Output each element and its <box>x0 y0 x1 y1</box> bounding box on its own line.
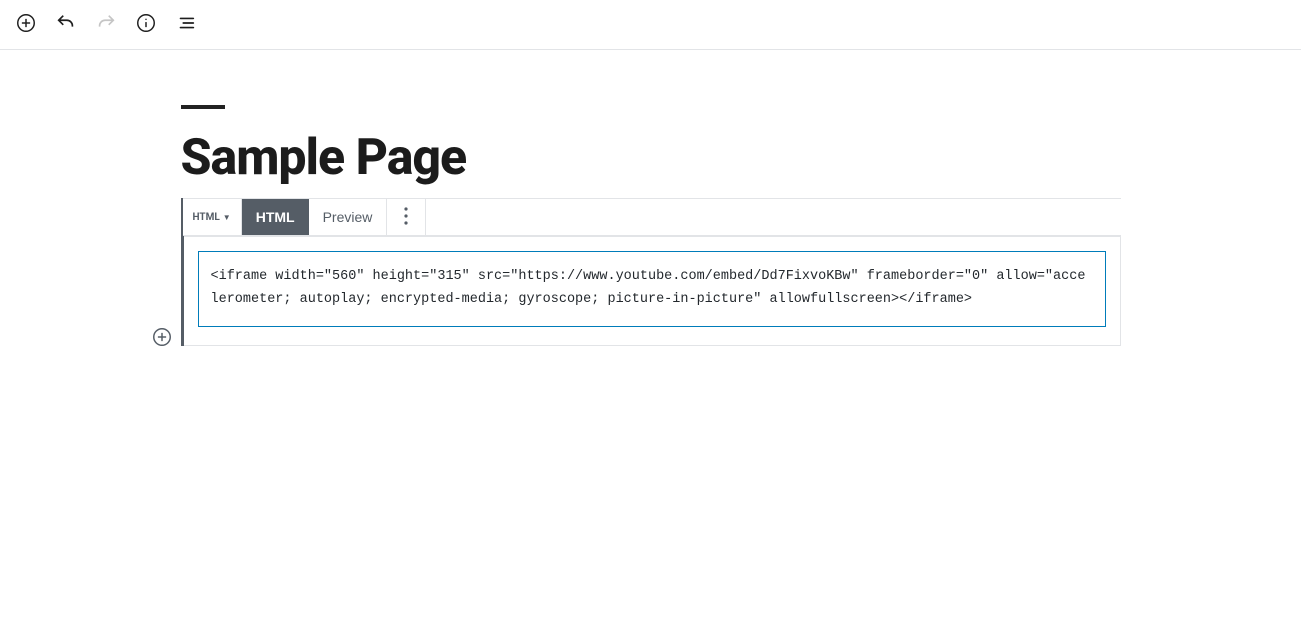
plus-circle-icon <box>151 326 173 352</box>
block-toolbar: HTML ▼ HTML Preview <box>183 198 1121 236</box>
tab-preview[interactable]: Preview <box>309 199 387 235</box>
html-code-textarea[interactable] <box>198 251 1106 327</box>
redo-icon <box>95 12 117 37</box>
html-block-body <box>184 236 1121 346</box>
more-vertical-icon <box>404 207 408 228</box>
html-block: HTML ▼ HTML Preview <box>181 198 1121 346</box>
info-icon <box>135 12 157 37</box>
block-type-label: HTML <box>193 212 220 223</box>
add-block-button[interactable] <box>8 7 44 43</box>
block-navigation-button[interactable] <box>168 7 204 43</box>
page-title[interactable]: Sample Page <box>181 131 1121 186</box>
block-type-switcher[interactable]: HTML ▼ <box>183 199 241 235</box>
undo-icon <box>55 12 77 37</box>
content-info-button[interactable] <box>128 7 164 43</box>
editor-top-toolbar <box>0 0 1301 50</box>
redo-button[interactable] <box>88 7 124 43</box>
append-block-button[interactable] <box>148 325 176 353</box>
content-area: Sample Page HTML ▼ HTML Preview <box>171 105 1131 346</box>
outline-icon <box>175 12 197 37</box>
editor-canvas: Sample Page HTML ▼ HTML Preview <box>0 50 1301 346</box>
chevron-down-icon: ▼ <box>223 213 231 222</box>
undo-button[interactable] <box>48 7 84 43</box>
title-divider <box>181 105 225 109</box>
tab-html[interactable]: HTML <box>242 199 309 235</box>
block-more-options-button[interactable] <box>387 199 425 235</box>
plus-circle-icon <box>15 12 37 37</box>
